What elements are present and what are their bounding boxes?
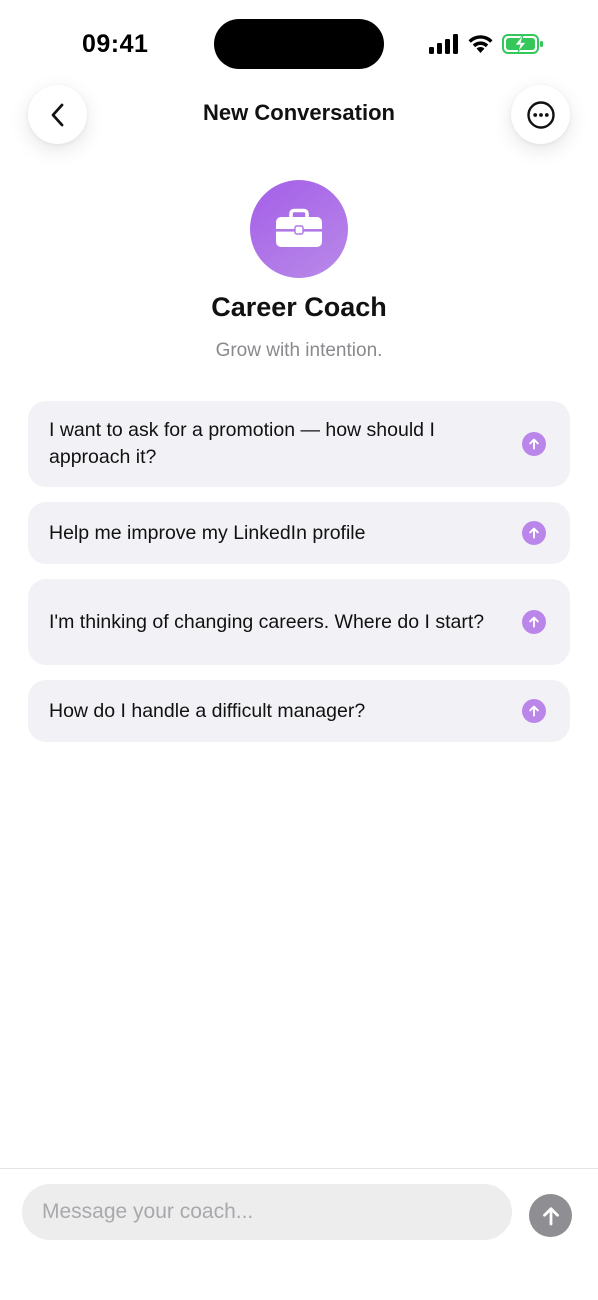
- arrow-up-icon: [542, 1206, 559, 1225]
- wifi-icon: [468, 35, 493, 53]
- more-options-button[interactable]: [511, 85, 570, 144]
- coach-name: Career Coach: [211, 292, 387, 322]
- suggestion-text: I'm thinking of changing careers. Where …: [49, 610, 485, 633]
- arrow-up-icon: [522, 699, 546, 723]
- suggestion-list: I want to ask for a promotion — how shou…: [28, 401, 570, 757]
- suggestion-chip[interactable]: Help me improve my LinkedIn profile: [28, 502, 570, 564]
- conversation-screen: 09:41 New Conversation Career Coach Grow…: [0, 0, 598, 1300]
- cellular-signal-icon: [429, 34, 458, 54]
- battery-charging-icon: [502, 34, 543, 54]
- suggestion-chip[interactable]: How do I handle a difficult manager?: [28, 680, 570, 742]
- dynamic-island: [214, 19, 384, 69]
- status-bar: 09:41: [0, 0, 598, 90]
- briefcase-icon: [276, 208, 322, 247]
- ellipsis-circle-icon: [526, 100, 555, 129]
- page-title: New Conversation: [203, 100, 395, 125]
- message-input[interactable]: [22, 1184, 512, 1240]
- status-icons: [429, 32, 544, 56]
- status-time: 09:41: [82, 30, 149, 58]
- send-button[interactable]: [529, 1194, 572, 1237]
- arrow-up-icon: [522, 610, 546, 634]
- composer-divider: [0, 1168, 598, 1169]
- suggestion-chip[interactable]: I'm thinking of changing careers. Where …: [28, 579, 570, 665]
- suggestion-chip[interactable]: I want to ask for a promotion — how shou…: [28, 401, 570, 487]
- suggestion-text: How do I handle a difficult manager?: [49, 699, 366, 722]
- arrow-up-icon: [522, 521, 546, 545]
- suggestion-text: Help me improve my LinkedIn profile: [49, 521, 366, 544]
- coach-avatar: [250, 180, 348, 278]
- suggestion-text: I want to ask for a promotion — how shou…: [49, 419, 435, 468]
- coach-tagline: Grow with intention.: [215, 340, 383, 361]
- arrow-up-icon: [522, 432, 546, 456]
